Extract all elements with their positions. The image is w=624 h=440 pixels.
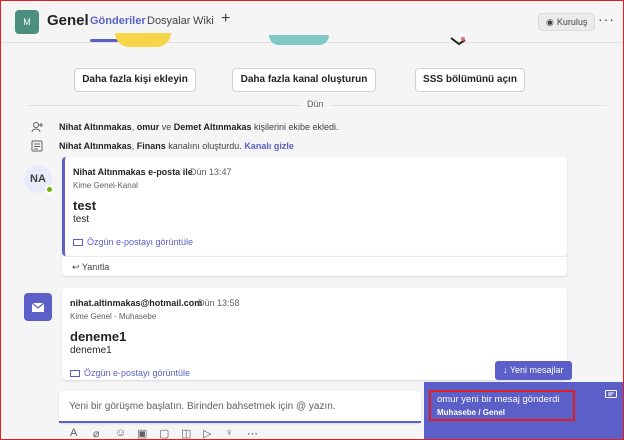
email-avatar[interactable] (24, 293, 52, 321)
message-card: nihat.altinmakas@hotmail.com Dün 13:58 K… (62, 288, 567, 380)
envelope-icon (70, 370, 80, 378)
date-separator-label: Dün (301, 99, 330, 109)
presence-available-icon (45, 185, 54, 194)
emoji-icon[interactable]: ☺ (115, 427, 126, 439)
view-original-email-link[interactable]: Özgün e-postayı görüntüle (73, 237, 193, 247)
welcome-illustration-2 (269, 35, 329, 45)
more-apps-icon[interactable]: ⋯ (247, 427, 258, 439)
stream-icon[interactable]: ▷ (203, 427, 211, 439)
more-options-icon[interactable]: ··· (598, 11, 615, 27)
message-body: test (73, 214, 90, 225)
compose-input[interactable]: Yeni bir görüşme başlatın. Birinden bahs… (69, 401, 336, 412)
channel-name: Finans (136, 141, 166, 151)
message-time: Dün 13:58 (198, 298, 240, 308)
organization-button[interactable]: ◉ Kuruluş (538, 13, 596, 31)
welcome-illustration-1 (115, 33, 171, 47)
reply-label: Yanıtla (81, 262, 110, 272)
actor-name: Nihat Altınmakas (59, 141, 132, 151)
add-people-button[interactable]: Daha fazla kişi ekleyin (74, 68, 196, 92)
format-icon[interactable]: A (70, 427, 77, 439)
channel-title: Genel (47, 12, 89, 29)
view-original-email-link[interactable]: Özgün e-postayı görüntüle (70, 368, 190, 378)
meet-icon[interactable]: ◫ (181, 427, 191, 439)
praise-icon[interactable]: ♀ (225, 427, 233, 439)
message-recipient: Kime Genel-Kanal (73, 181, 138, 190)
tab-posts[interactable]: Gönderiler (90, 15, 146, 27)
eye-icon: ◉ (546, 17, 554, 27)
gif-icon[interactable]: ▣ (137, 427, 147, 439)
envelope-icon (73, 239, 83, 247)
hide-channel-link[interactable]: Kanalı gizle (244, 141, 294, 151)
organization-label: Kuruluş (556, 17, 588, 27)
message-sender: Nihat Altınmakas e-posta ile (73, 167, 193, 177)
channel-icon (31, 140, 43, 152)
toast-subtitle: Muhasebe / Genel (437, 408, 506, 417)
create-channels-button[interactable]: Daha fazla kanal oluşturun (232, 68, 376, 92)
message-card: Nihat Altınmakas e-posta ile Dün 13:47 K… (62, 157, 567, 256)
attach-icon[interactable]: ⌀ (93, 427, 100, 439)
teams-window: M Genel Gönderiler Dosyalar Wiki + ◉ Kuru… (0, 0, 624, 440)
reply-icon: ↩ (72, 262, 80, 272)
message-subject: deneme1 (70, 329, 127, 344)
new-messages-button[interactable]: ↓ Yeni mesajlar (495, 361, 572, 380)
arrow-down-icon: ↓ (503, 365, 508, 375)
open-faq-button[interactable]: SSS bölümünü açın (415, 68, 525, 92)
compose-box[interactable]: Yeni bir görüşme başlatın. Birinden bahs… (59, 391, 421, 423)
new-messages-label: Yeni mesajlar (509, 365, 564, 375)
message-subject: test (73, 198, 97, 213)
add-tab-button[interactable]: + (221, 10, 230, 28)
message-body: deneme1 (70, 345, 112, 356)
sticker-icon[interactable]: ▢ (159, 427, 169, 439)
compose-focus-underline (59, 421, 421, 423)
message-time: Dün 13:47 (190, 167, 232, 177)
add-person-icon (31, 122, 43, 133)
message-recipient: Kime Genel - Muhasebe (70, 312, 157, 321)
team-avatar[interactable]: M (15, 10, 39, 34)
mail-icon (31, 302, 45, 312)
reply-bar[interactable]: ↩ Yanıtla (62, 256, 567, 276)
actor-name: Nihat Altınmakas (59, 122, 132, 132)
member-name: Demet Altınmakas (173, 122, 252, 132)
welcome-illustration-3 (450, 37, 466, 46)
toast-title: omur yeni bir mesaj gönderdi (437, 394, 560, 405)
message-sender: nihat.altinmakas@hotmail.com (70, 298, 203, 308)
tab-files[interactable]: Dosyalar (147, 15, 190, 27)
chat-icon[interactable] (605, 390, 617, 400)
tab-wiki[interactable]: Wiki (193, 15, 214, 27)
member-name: omur (136, 122, 160, 132)
